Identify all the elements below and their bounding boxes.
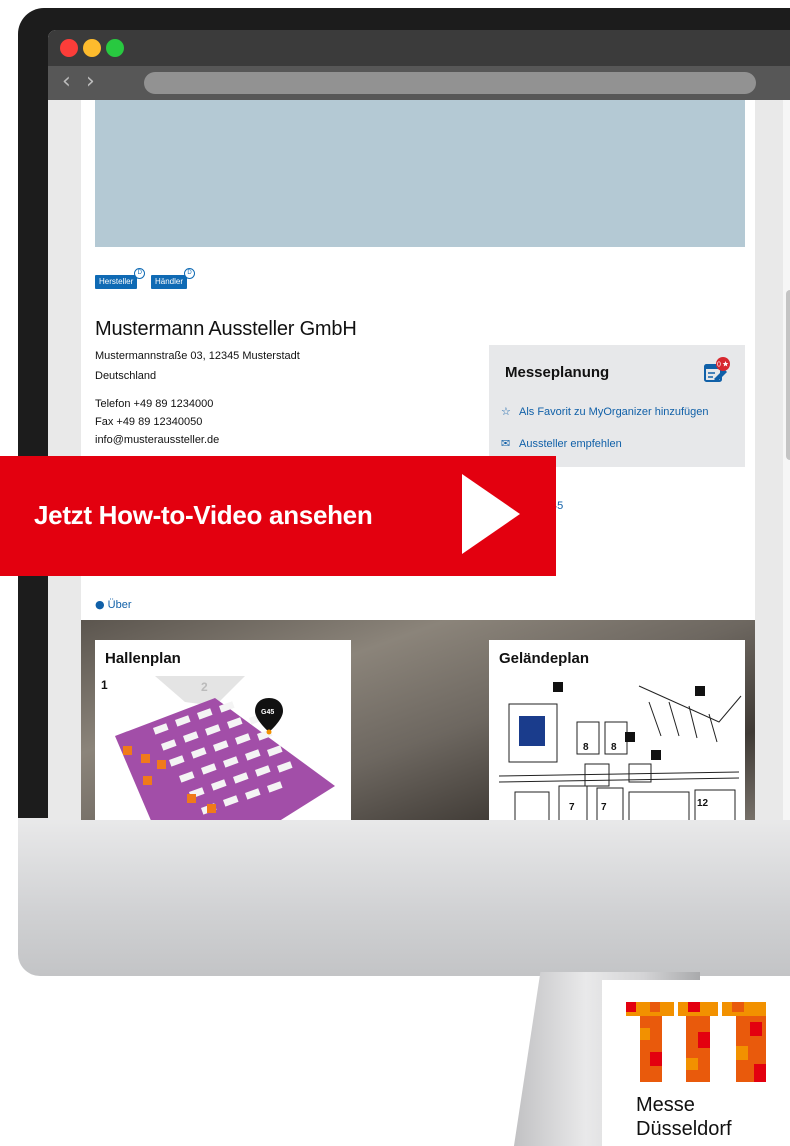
- address-bar[interactable]: [144, 72, 756, 94]
- tag-label: Hersteller: [99, 277, 134, 286]
- fax-number: Fax +49 89 12340050: [95, 416, 203, 428]
- hall-plan-map[interactable]: G45: [95, 676, 351, 820]
- logo-text-messe: Messe: [636, 1094, 695, 1116]
- site-plan-card[interactable]: Geländeplan 8 8 7 7 12: [489, 640, 745, 820]
- hall-plan-title: Hallenplan: [105, 650, 181, 667]
- email-link[interactable]: info@musteraussteller.de: [95, 434, 219, 446]
- star-outline-icon: ☆: [501, 405, 511, 418]
- hero-banner-image: [95, 100, 745, 247]
- play-icon[interactable]: [462, 474, 520, 554]
- svg-text:7: 7: [601, 802, 607, 813]
- company-name: Mustermann Aussteller GmbH: [95, 318, 357, 340]
- site-plan-title: Geländeplan: [499, 650, 590, 667]
- svg-text:8: 8: [583, 742, 589, 753]
- hall-number-1: 1: [101, 678, 108, 692]
- tag-haendler[interactable]: Händler D: [151, 268, 196, 289]
- booth-pin-label: G45: [261, 709, 274, 716]
- trade-fair-planning-box: Messeplanung 0 ☆ Als Favorit zu MyOrganiz…: [489, 345, 745, 467]
- myorganizer-icon[interactable]: 0: [703, 357, 731, 383]
- svg-text:7: 7: [569, 802, 575, 813]
- forward-icon[interactable]: ›: [86, 70, 95, 94]
- svg-text:12: 12: [697, 798, 709, 809]
- tag-badge: D: [134, 268, 146, 279]
- address-country: Deutschland: [95, 370, 157, 382]
- about-link-partial[interactable]: ● Über: [95, 598, 132, 611]
- screenshot-stage: ‹ › Hersteller D Händler D Mustermann Au…: [0, 0, 790, 1146]
- how-to-video-label: Jetzt How-to-Video ansehen: [34, 500, 373, 530]
- recommend-exhibitor-link[interactable]: ✉ Aussteller empfehlen: [501, 437, 622, 450]
- tag-hersteller[interactable]: Hersteller D: [95, 268, 146, 289]
- back-icon[interactable]: ‹: [62, 70, 71, 94]
- page-scrollbar[interactable]: [783, 100, 790, 820]
- close-window-button[interactable]: [60, 39, 78, 57]
- envelope-icon: ✉: [501, 437, 511, 450]
- messe-duesseldorf-logo: Messe Düsseldorf: [602, 980, 790, 1146]
- phone-number: Telefon +49 89 1234000: [95, 398, 214, 410]
- monitor-chin: [18, 818, 790, 976]
- logo-mark-icon: [626, 1002, 766, 1082]
- maps-section: Hallenplan G45 1 2 Geländeplan 8 8 7 7 1…: [81, 620, 755, 820]
- add-favorite-link[interactable]: ☆ Als Favorit zu MyOrganizer hinzufügen: [501, 405, 709, 418]
- hall-plan-card[interactable]: Hallenplan G45 1 2: [95, 640, 351, 820]
- tag-badge: D: [184, 268, 196, 279]
- add-favorite-label: Als Favorit zu MyOrganizer hinzufügen: [519, 406, 709, 418]
- hall-number-2: 2: [201, 680, 208, 694]
- zoom-window-button[interactable]: [106, 39, 124, 57]
- logo-text-duesseldorf: Düsseldorf: [636, 1118, 732, 1140]
- address-street: Mustermannstraße 03, 12345 Musterstadt: [95, 350, 300, 362]
- browser-window: ‹ › Hersteller D Händler D Mustermann Au…: [48, 30, 790, 820]
- planning-title: Messeplanung: [505, 364, 610, 381]
- site-plan-map[interactable]: 8 8 7 7 12: [489, 676, 745, 820]
- planning-badge-count: 0: [717, 362, 721, 369]
- recommend-exhibitor-label: Aussteller empfehlen: [519, 438, 622, 450]
- info-icon: ●: [95, 598, 105, 611]
- svg-text:8: 8: [611, 742, 617, 753]
- browser-navbar: ‹ ›: [48, 66, 790, 100]
- about-link-label: Über: [107, 599, 132, 611]
- scrollbar-thumb[interactable]: [786, 290, 790, 460]
- how-to-video-banner[interactable]: Jetzt How-to-Video ansehen: [0, 456, 556, 576]
- tag-label: Händler: [155, 277, 184, 286]
- minimize-window-button[interactable]: [83, 39, 101, 57]
- browser-titlebar: [48, 30, 790, 66]
